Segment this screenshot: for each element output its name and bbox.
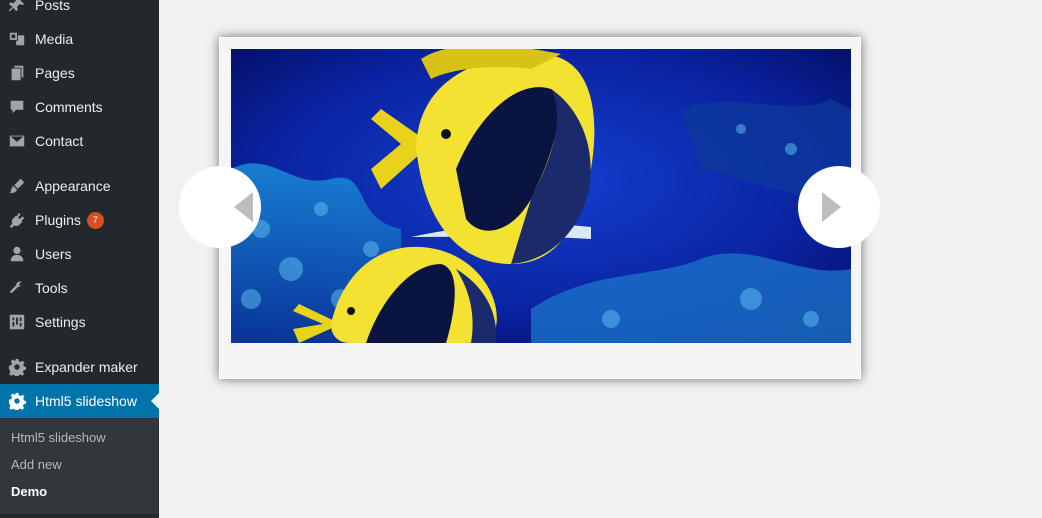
menu-label: Appearance (35, 178, 111, 194)
gear-icon (7, 357, 27, 377)
menu-contact[interactable]: Contact (0, 124, 159, 158)
menu-label: Pages (35, 65, 75, 81)
submenu-item-demo[interactable]: Demo (11, 484, 47, 499)
admin-sidebar: Posts Media Pages Comments Contact Appea… (0, 0, 159, 518)
menu-posts[interactable]: Posts (0, 0, 159, 22)
submenu-item-add-new[interactable]: Add new (11, 457, 62, 472)
menu-label: Posts (35, 0, 71, 13)
plug-icon (7, 210, 27, 230)
menu-label: Expander maker (35, 359, 138, 375)
next-slide-button[interactable] (798, 166, 880, 248)
menu-tools[interactable]: Tools (0, 271, 159, 305)
active-indicator-arrow (151, 393, 159, 409)
menu-users[interactable]: Users (0, 237, 159, 271)
settings-icon (7, 312, 27, 332)
triangle-left-icon (234, 192, 253, 222)
menu-plugins[interactable]: Plugins 7 (0, 203, 159, 237)
menu-label: Html5 slideshow (35, 393, 137, 409)
media-icon (7, 29, 27, 49)
pin-icon (7, 0, 27, 15)
menu-html5-slideshow[interactable]: Html5 slideshow (0, 384, 159, 418)
previous-slide-button[interactable] (179, 166, 261, 248)
pages-icon (7, 63, 27, 83)
menu-label: Users (35, 246, 72, 262)
submenu: Html5 slideshow Add new Demo (0, 418, 159, 514)
comment-icon (7, 97, 27, 117)
menu-label: Tools (35, 280, 68, 296)
menu-label: Contact (35, 133, 84, 149)
menu-label: Media (35, 31, 74, 47)
fish-photo-illustration (231, 49, 851, 343)
menu-pages[interactable]: Pages (0, 56, 159, 90)
brush-icon (7, 176, 27, 196)
menu-appearance[interactable]: Appearance (0, 169, 159, 203)
menu-expander-maker[interactable]: Expander maker (0, 350, 159, 384)
wrench-icon (7, 278, 27, 298)
menu-settings[interactable]: Settings (0, 305, 159, 339)
menu-label: Settings (35, 314, 86, 330)
submenu-item-html5-slideshow[interactable]: Html5 slideshow (11, 430, 106, 445)
menu-label: Comments (35, 99, 103, 115)
menu-media[interactable]: Media (0, 22, 159, 56)
triangle-right-icon (822, 192, 841, 222)
slide-image (231, 49, 851, 343)
mail-icon (7, 131, 27, 151)
gear-icon (7, 391, 27, 411)
update-count-badge: 7 (86, 211, 104, 229)
user-icon (7, 244, 27, 264)
menu-label: Plugins (35, 212, 81, 228)
slideshow-frame (179, 37, 880, 379)
menu-comments[interactable]: Comments (0, 90, 159, 124)
